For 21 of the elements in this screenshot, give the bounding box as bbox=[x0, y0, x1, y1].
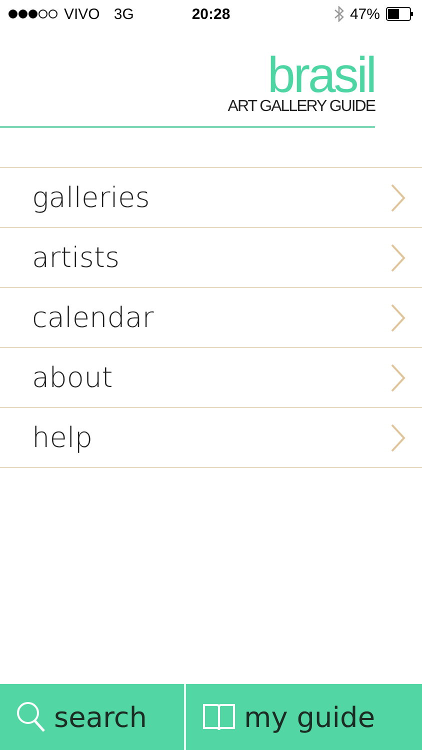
menu-item[interactable]: calendar bbox=[32, 301, 154, 334]
menu-item[interactable]: galleries bbox=[32, 181, 150, 214]
status-time: 20:28 bbox=[192, 6, 230, 22]
menu-item[interactable]: about bbox=[32, 361, 113, 394]
menu-item[interactable]: artists bbox=[32, 241, 120, 274]
chevron-icon[interactable] bbox=[390, 362, 406, 392]
search-icon bbox=[16, 701, 46, 733]
carrier-name: VIVO bbox=[64, 6, 100, 22]
menu-item[interactable]: help bbox=[32, 421, 93, 454]
bluetooth-icon bbox=[334, 6, 344, 22]
signal-icon bbox=[8, 9, 58, 19]
chevron-icon[interactable] bbox=[390, 302, 406, 332]
logo-title: brasil bbox=[268, 52, 375, 98]
logo-subtitle: ART GALLERY GUIDE bbox=[228, 98, 375, 116]
battery-percent: 47% bbox=[350, 6, 380, 22]
book-icon bbox=[202, 702, 236, 732]
chevron-icon[interactable] bbox=[390, 422, 406, 452]
battery-icon bbox=[386, 7, 414, 21]
chevron-icon[interactable] bbox=[390, 182, 406, 212]
chevron-icon[interactable] bbox=[390, 242, 406, 272]
network-type: 3G bbox=[114, 6, 134, 22]
